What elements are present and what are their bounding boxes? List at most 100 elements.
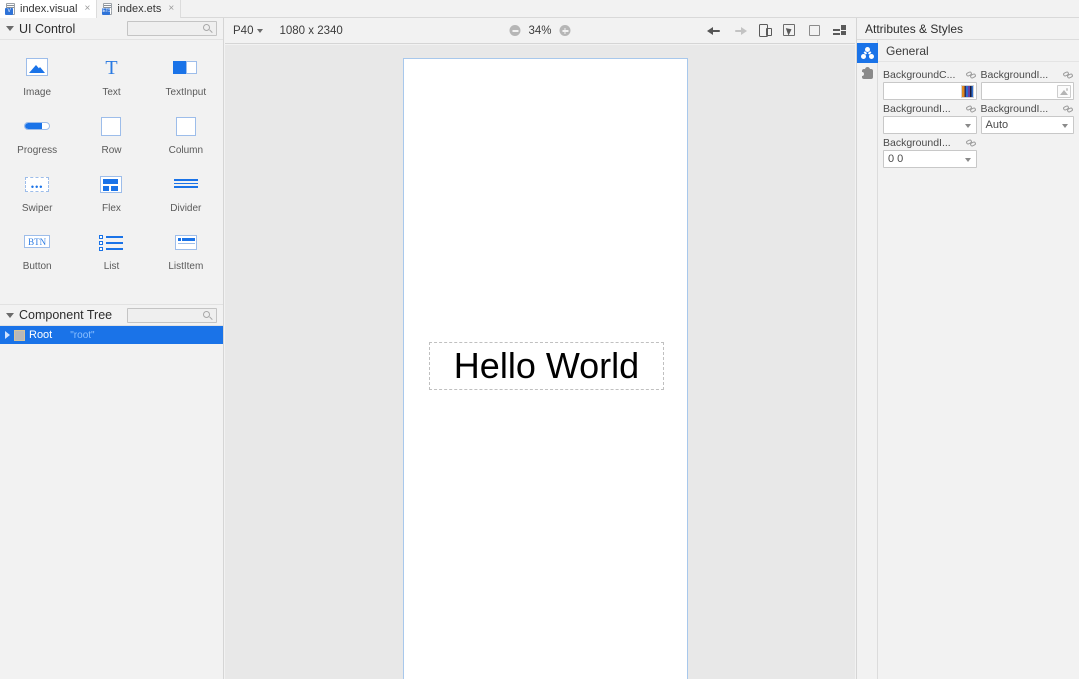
ui-control-header: UI Control xyxy=(0,18,223,40)
palette-item-listitem[interactable]: ListItem xyxy=(149,224,223,282)
ets-file-icon: ETS xyxy=(102,3,113,15)
property-value-field[interactable] xyxy=(883,116,977,134)
palette-item-textinput[interactable]: TextInput xyxy=(149,50,223,108)
toolbar-actions xyxy=(707,23,847,38)
property-value-field[interactable] xyxy=(883,82,977,100)
tab-index-ets[interactable]: ETS index.ets × xyxy=(97,0,182,18)
link-icon[interactable] xyxy=(964,104,977,114)
hello-world-text: Hello World xyxy=(453,345,640,386)
palette-item-row[interactable]: Row xyxy=(74,108,148,166)
search-icon xyxy=(203,24,213,33)
text-icon: T xyxy=(105,57,118,79)
property-label: BackgroundI... xyxy=(883,137,951,149)
property-background-image-size: BackgroundI... Auto xyxy=(980,102,1074,134)
rail-attributes-button[interactable] xyxy=(857,43,878,63)
property-label: BackgroundI... xyxy=(883,103,951,115)
left-panel: UI Control Image T Text TextInput Progre… xyxy=(0,18,224,679)
palette-item-image[interactable]: Image xyxy=(0,50,74,108)
chevron-down-icon[interactable] xyxy=(257,28,264,33)
visual-editor-window: V index.visual × ETS index.ets × UI Cont… xyxy=(0,0,1079,679)
visual-file-icon: V xyxy=(5,3,16,15)
link-icon[interactable] xyxy=(1062,70,1074,80)
zoom-out-icon[interactable] xyxy=(509,25,521,36)
canvas-toolbar: P40 1080 x 2340 34% xyxy=(225,18,855,44)
palette-item-label: List xyxy=(103,261,120,272)
link-icon[interactable] xyxy=(1062,104,1074,114)
palette-item-swiper[interactable]: Swiper xyxy=(0,166,74,224)
button-icon: BTN xyxy=(22,232,52,254)
component-tree-header: Component Tree xyxy=(0,304,223,326)
palette-item-label: Column xyxy=(168,145,204,156)
property-background-image: BackgroundI... xyxy=(980,68,1074,100)
row-icon xyxy=(96,116,126,138)
search-icon xyxy=(203,310,213,320)
property-background-color: BackgroundC... xyxy=(883,68,977,100)
property-value-field[interactable]: Auto xyxy=(980,116,1074,134)
design-canvas[interactable]: Hello World xyxy=(225,45,855,679)
property-value-field[interactable] xyxy=(980,82,1074,100)
editor-tab-bar: V index.visual × ETS index.ets × xyxy=(0,0,1079,18)
color-swatch-icon[interactable] xyxy=(960,85,974,98)
collapse-twisty-icon[interactable] xyxy=(6,26,14,31)
collapse-twisty-icon[interactable] xyxy=(6,312,14,318)
link-icon[interactable] xyxy=(964,138,977,148)
property-value-field[interactable]: 0 0 xyxy=(883,150,977,168)
tab-index-visual[interactable]: V index.visual × xyxy=(0,0,98,18)
device-preview-icon[interactable] xyxy=(757,23,772,38)
property-value: Auto xyxy=(985,119,1009,131)
frame-icon[interactable] xyxy=(807,23,822,38)
palette-item-column[interactable]: Column xyxy=(149,108,223,166)
device-resolution-label: 1080 x 2340 xyxy=(279,24,343,37)
layout-icon[interactable] xyxy=(832,23,847,38)
device-frame[interactable]: Hello World xyxy=(403,58,688,679)
property-value: 0 0 xyxy=(888,153,904,165)
textinput-icon xyxy=(171,58,201,80)
palette-item-label: Divider xyxy=(170,203,202,214)
zoom-in-icon[interactable] xyxy=(559,25,571,36)
button-icon-text: BTN xyxy=(24,235,51,248)
swiper-icon xyxy=(22,174,52,196)
device-selector[interactable]: P40 xyxy=(233,24,264,37)
link-icon[interactable] xyxy=(964,70,977,80)
general-group-header[interactable]: General xyxy=(878,40,1079,62)
attributes-icon xyxy=(861,47,874,59)
properties-area: General BackgroundC... BackgroundI... Ba… xyxy=(878,40,1079,679)
visual-file-badge: V xyxy=(5,8,13,15)
attributes-panel-title: Attributes & Styles xyxy=(865,21,964,36)
ets-file-badge: ETS xyxy=(102,8,112,15)
tree-node-root[interactable]: Root "root" xyxy=(0,326,223,344)
component-tree-title: Component Tree xyxy=(19,308,113,322)
chevron-down-icon[interactable] xyxy=(964,158,971,162)
undo-icon[interactable] xyxy=(707,23,722,38)
palette-item-flex[interactable]: Flex xyxy=(74,166,148,224)
component-tree-search[interactable] xyxy=(127,307,217,323)
tab-close-icon[interactable]: × xyxy=(168,4,174,14)
pointer-select-icon[interactable] xyxy=(782,23,797,38)
palette-item-divider[interactable]: Divider xyxy=(149,166,223,224)
rail-plugin-button[interactable] xyxy=(857,63,878,83)
palette-item-label: Image xyxy=(23,87,52,98)
tab-close-icon[interactable]: × xyxy=(84,4,90,14)
palette-item-label: Swiper xyxy=(21,203,53,214)
chevron-down-icon[interactable] xyxy=(1062,124,1068,128)
general-group-title: General xyxy=(886,43,929,58)
palette-item-list[interactable]: List xyxy=(74,224,148,282)
palette-item-button[interactable]: BTN Button xyxy=(0,224,74,282)
expand-arrow-icon[interactable] xyxy=(5,331,10,339)
palette-item-text[interactable]: T Text xyxy=(74,50,148,108)
tab-label: index.visual xyxy=(20,3,78,15)
column-icon xyxy=(171,116,201,138)
ui-control-search[interactable] xyxy=(127,21,217,36)
image-picker-icon[interactable] xyxy=(1057,85,1071,98)
chevron-down-icon[interactable] xyxy=(964,124,971,128)
property-label: BackgroundI... xyxy=(980,103,1049,115)
device-name-label: P40 xyxy=(233,24,254,37)
plugin-icon xyxy=(860,66,874,80)
property-label: BackgroundC... xyxy=(883,69,956,81)
palette-item-progress[interactable]: Progress xyxy=(0,108,74,166)
canvas-component-text[interactable]: Hello World xyxy=(429,342,664,390)
flex-icon xyxy=(96,174,126,196)
image-icon xyxy=(22,58,52,80)
attributes-rail xyxy=(857,40,878,679)
listitem-icon xyxy=(171,232,201,254)
